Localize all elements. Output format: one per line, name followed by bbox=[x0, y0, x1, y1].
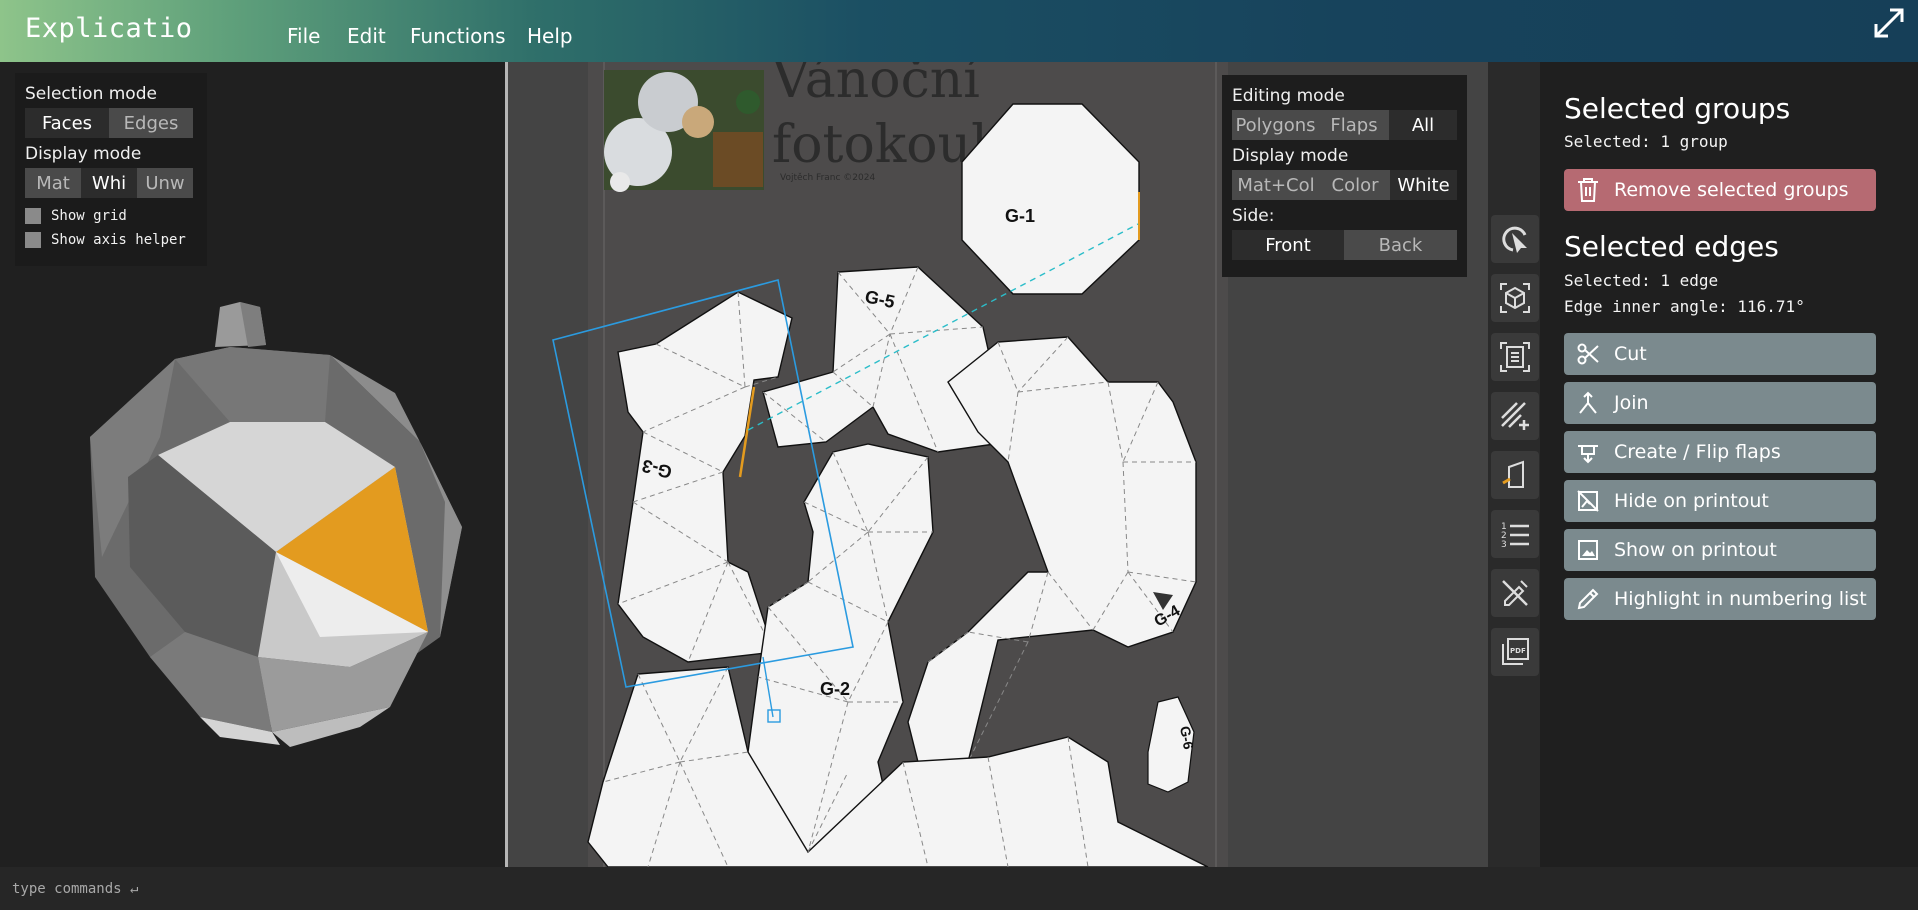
3d-view-button[interactable] bbox=[1491, 274, 1539, 322]
tool-strip: 123 PDF bbox=[1488, 62, 1540, 867]
show-axis-option[interactable]: Show axis helper bbox=[25, 228, 197, 252]
svg-text:PDF: PDF bbox=[1510, 647, 1526, 655]
command-input[interactable] bbox=[12, 877, 612, 901]
selected-groups-title: Selected groups bbox=[1564, 92, 1791, 125]
numbering-list-button[interactable]: 123 bbox=[1491, 510, 1539, 558]
pencil-icon bbox=[1577, 588, 1599, 610]
page-icon bbox=[1502, 460, 1524, 488]
selected-groups-count: Selected: 1 group bbox=[1564, 132, 1728, 151]
menu-file[interactable]: File bbox=[287, 24, 320, 48]
remove-groups-label: Remove selected groups bbox=[1614, 179, 1849, 201]
properties-panel: Selected groups Selected: 1 group Remove… bbox=[1540, 62, 1918, 867]
side-toggle: Front Back bbox=[1232, 230, 1457, 260]
view-controls: Selection mode Faces Edges Display mode … bbox=[15, 73, 207, 266]
join-icon bbox=[1579, 391, 1597, 414]
show-axis-checkbox[interactable] bbox=[25, 232, 41, 248]
numbering-list-icon: 123 bbox=[1501, 522, 1529, 550]
group-label-g2: G-2 bbox=[820, 679, 850, 699]
svg-text:3: 3 bbox=[1501, 540, 1507, 550]
image-icon bbox=[1578, 540, 1598, 560]
display-unw-button[interactable]: Unw bbox=[137, 168, 193, 198]
display-mat-button[interactable]: Mat bbox=[25, 168, 81, 198]
side-back-button[interactable]: Back bbox=[1344, 230, 1457, 260]
select-tool-button[interactable] bbox=[1491, 215, 1539, 263]
fit-page-button[interactable] bbox=[1491, 333, 1539, 381]
select-tool-icon bbox=[1502, 226, 1527, 253]
show-axis-label: Show axis helper bbox=[51, 232, 186, 248]
create-flip-flaps-button[interactable]: Create / Flip flaps bbox=[1564, 431, 1876, 473]
editing-flaps-button[interactable]: Flaps bbox=[1319, 110, 1389, 140]
highlight-numbering-label: Highlight in numbering list bbox=[1614, 588, 1867, 610]
join-button[interactable]: Join bbox=[1564, 382, 1876, 424]
add-line-icon bbox=[1501, 402, 1529, 430]
side-front-button[interactable]: Front bbox=[1232, 230, 1344, 260]
edges-mode-button[interactable]: Edges bbox=[109, 108, 193, 138]
edit-off-icon bbox=[1502, 580, 1528, 606]
app-title: Explicatio bbox=[25, 13, 193, 44]
cover-photo bbox=[604, 70, 764, 192]
3d-model[interactable] bbox=[90, 297, 470, 757]
display-mode-toggle-right: Mat+Col Color White bbox=[1232, 170, 1457, 200]
editing-mode-toggle: Polygons Flaps All bbox=[1232, 110, 1457, 140]
selected-edges-title: Selected edges bbox=[1564, 230, 1779, 263]
cut-button[interactable]: Cut bbox=[1564, 333, 1876, 375]
show-on-printout-label: Show on printout bbox=[1614, 539, 1777, 561]
hide-on-printout-button[interactable]: Hide on printout bbox=[1564, 480, 1876, 522]
selection-mode-label: Selection mode bbox=[25, 84, 157, 104]
show-grid-label: Show grid bbox=[51, 208, 127, 224]
scissors-icon bbox=[1577, 343, 1599, 365]
remove-groups-button[interactable]: Remove selected groups bbox=[1564, 169, 1876, 211]
flip-flaps-icon bbox=[1578, 445, 1598, 464]
editing-polygons-button[interactable]: Polygons bbox=[1232, 110, 1319, 140]
cut-label: Cut bbox=[1614, 343, 1647, 365]
3d-view-icon bbox=[1500, 283, 1530, 313]
add-line-button[interactable] bbox=[1491, 392, 1539, 440]
side-label: Side: bbox=[1232, 206, 1275, 226]
display-matcol-button[interactable]: Mat+Col bbox=[1232, 170, 1320, 200]
pdf-export-button[interactable]: PDF bbox=[1491, 628, 1539, 676]
editing-mode-label: Editing mode bbox=[1232, 86, 1345, 106]
display-color-button[interactable]: Color bbox=[1320, 170, 1390, 200]
menu-help[interactable]: Help bbox=[527, 24, 573, 48]
selected-edges-count: Selected: 1 edge bbox=[1564, 271, 1719, 290]
group-label-g1: G-1 bbox=[1005, 206, 1035, 226]
show-grid-checkbox[interactable] bbox=[25, 208, 41, 224]
paper-author: Vojtěch Franc ©2024 bbox=[780, 173, 875, 183]
display-white-button[interactable]: White bbox=[1390, 170, 1457, 200]
edit-off-button[interactable] bbox=[1491, 569, 1539, 617]
hide-on-printout-label: Hide on printout bbox=[1614, 490, 1769, 512]
show-on-printout-button[interactable]: Show on printout bbox=[1564, 529, 1876, 571]
selection-mode-toggle: Faces Edges bbox=[25, 108, 197, 138]
editing-all-button[interactable]: All bbox=[1389, 110, 1457, 140]
3d-view-panel[interactable]: Selection mode Faces Edges Display mode … bbox=[0, 62, 505, 867]
menu-edit[interactable]: Edit bbox=[347, 24, 386, 48]
trash-icon bbox=[1578, 178, 1598, 202]
display-mode-label-right: Display mode bbox=[1232, 146, 1349, 166]
command-bar bbox=[0, 867, 1918, 910]
app-header: Explicatio File Edit Functions Help bbox=[0, 0, 1918, 62]
display-mode-label: Display mode bbox=[25, 144, 142, 164]
highlight-numbering-button[interactable]: Highlight in numbering list bbox=[1564, 578, 1876, 620]
edge-inner-angle: Edge inner angle: 116.71° bbox=[1564, 297, 1805, 316]
unfold-canvas[interactable]: Vánoční fotokoule Vojtěch Franc ©2024 G-… bbox=[508, 62, 1538, 867]
create-flip-flaps-label: Create / Flip flaps bbox=[1614, 441, 1781, 463]
show-grid-option[interactable]: Show grid bbox=[25, 204, 197, 228]
fullscreen-icon[interactable] bbox=[1872, 6, 1906, 40]
display-mode-toggle: Mat Whi Unw bbox=[25, 168, 197, 198]
faces-mode-button[interactable]: Faces bbox=[25, 108, 109, 138]
hide-image-icon bbox=[1577, 490, 1599, 512]
menu-functions[interactable]: Functions bbox=[410, 24, 506, 48]
pdf-icon: PDF bbox=[1502, 638, 1529, 665]
join-label: Join bbox=[1614, 392, 1649, 414]
fit-page-icon bbox=[1500, 342, 1530, 372]
page-button[interactable] bbox=[1491, 451, 1539, 499]
paper-title-line1: Vánoční bbox=[771, 62, 980, 110]
edit-controls: Editing mode Polygons Flaps All Display … bbox=[1222, 75, 1467, 277]
display-whi-button[interactable]: Whi bbox=[81, 168, 137, 198]
